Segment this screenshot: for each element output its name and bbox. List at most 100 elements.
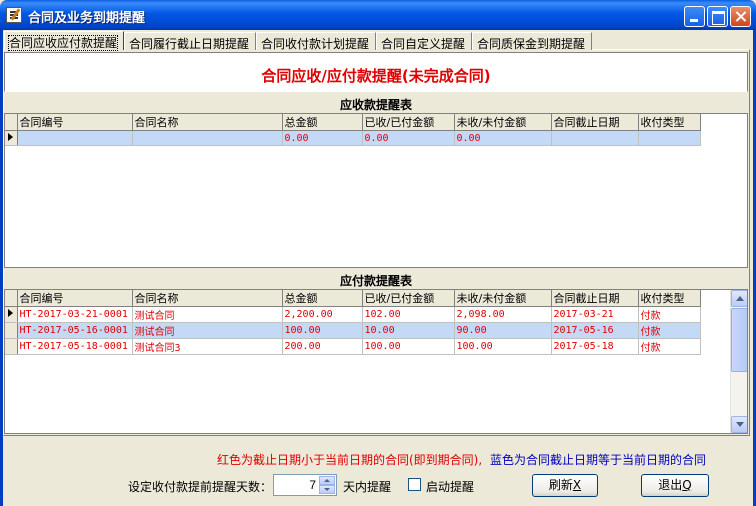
cell-type[interactable]: 付款 [638, 338, 701, 355]
cell-paid[interactable]: 10.00 [362, 322, 455, 339]
cell-code[interactable]: HT-2017-05-18-0001 [17, 338, 133, 355]
table-row[interactable]: HT-2017-05-16-0001 测试合同 100.00 10.00 90.… [5, 322, 701, 339]
enable-reminder-label: 启动提醒 [426, 480, 475, 494]
tab-custom-reminder[interactable]: 合同自定义提醒 [376, 32, 472, 51]
cell-name[interactable]: 测试合同 [132, 322, 283, 339]
current-row-arrow-icon [8, 309, 13, 317]
row-indicator-header [5, 290, 18, 307]
cell-unpaid[interactable]: 0.00 [454, 130, 552, 146]
cell-paid[interactable]: 100.00 [362, 338, 455, 355]
row-indicator [5, 130, 18, 146]
column-header[interactable]: 总金额 [282, 290, 363, 307]
refresh-button-label: 刷新 [548, 478, 573, 492]
cell-code[interactable] [17, 130, 133, 146]
reminder-days-suffix: 天内提醒 [343, 480, 392, 494]
cell-total[interactable]: 100.00 [282, 322, 363, 339]
payable-table: 合同编号 合同名称 总金额 已收/已付金额 未收/未付金额 合同截止日期 收付类… [5, 290, 701, 355]
column-header[interactable]: 收付类型 [638, 114, 701, 131]
current-row-arrow-icon [8, 132, 13, 141]
reminder-days-input[interactable] [276, 477, 316, 493]
cell-name[interactable] [132, 130, 283, 146]
exit-button-label: 退出 [658, 478, 683, 492]
row-indicator [5, 306, 18, 323]
cell-total[interactable]: 2,200.00 [282, 306, 363, 323]
column-header[interactable]: 合同名称 [132, 114, 283, 131]
reminder-days-stepper[interactable] [273, 474, 337, 496]
page-title: 合同应收/应付款提醒(未完成合同) [261, 67, 491, 85]
tab-label: 合同收付款计划提醒 [261, 37, 370, 51]
exit-button[interactable]: 退出Q [641, 474, 709, 497]
cell-type[interactable]: 付款 [638, 306, 701, 323]
cell-code[interactable]: HT-2017-03-21-0001 [17, 306, 133, 323]
tab-performance-deadline[interactable]: 合同履行截止日期提醒 [124, 32, 256, 51]
tab-payment-plan[interactable]: 合同收付款计划提醒 [256, 32, 376, 51]
cell-total[interactable]: 0.00 [282, 130, 363, 146]
row-indicator [5, 338, 18, 355]
table-row[interactable]: HT-2017-03-21-0001 测试合同 2,200.00 102.00 … [5, 306, 701, 323]
cell-unpaid[interactable]: 2,098.00 [454, 306, 552, 323]
cell-paid[interactable]: 0.00 [362, 130, 455, 146]
cell-unpaid[interactable]: 100.00 [454, 338, 552, 355]
column-header[interactable]: 未收/未付金额 [454, 290, 552, 307]
column-header[interactable]: 合同截止日期 [551, 290, 639, 307]
row-indicator [5, 322, 18, 339]
scroll-thumb[interactable] [731, 308, 747, 372]
enable-reminder-checkbox[interactable] [408, 478, 421, 491]
tab-label: 合同自定义提醒 [381, 37, 466, 51]
row-indicator-header [5, 114, 18, 131]
cell-name[interactable]: 测试合同3 [132, 338, 283, 355]
tab-label: 合同质保金到期提醒 [477, 37, 586, 51]
cell-type[interactable]: 付款 [638, 322, 701, 339]
receivable-grid[interactable]: 合同编号 合同名称 总金额 已收/已付金额 未收/未付金额 合同截止日期 收付类… [4, 113, 748, 268]
tab-label: 合同履行截止日期提醒 [129, 37, 250, 51]
cell-total[interactable]: 200.00 [282, 338, 363, 355]
receivable-header-row: 合同编号 合同名称 总金额 已收/已付金额 未收/未付金额 合同截止日期 收付类… [5, 114, 701, 131]
app-icon [6, 7, 22, 23]
column-header[interactable]: 合同编号 [17, 114, 133, 131]
cell-type[interactable] [638, 130, 701, 146]
column-header[interactable]: 总金额 [282, 114, 363, 131]
payable-table-title: 应付款提醒表 [339, 274, 412, 288]
payable-vertical-scrollbar[interactable] [730, 290, 747, 433]
reminder-days-label: 设定收付款提前提醒天数： [128, 480, 273, 494]
cell-code[interactable]: HT-2017-05-16-0001 [17, 322, 133, 339]
title-bar[interactable]: 合同及业务到期提醒 [0, 0, 756, 30]
receivable-table-title: 应收款提醒表 [339, 98, 412, 112]
maximize-button[interactable] [707, 6, 728, 27]
exit-shortcut-key: Q [682, 478, 692, 492]
cell-due[interactable] [551, 130, 639, 146]
stepper-up-icon[interactable] [319, 476, 335, 485]
close-button[interactable] [730, 6, 751, 27]
legend-due-today: 蓝色为合同截止日期等于当前日期的合同 [490, 453, 707, 467]
refresh-button[interactable]: 刷新X [532, 474, 598, 497]
column-header[interactable]: 未收/未付金额 [454, 114, 552, 131]
minimize-button[interactable] [684, 6, 705, 27]
heading-box: 合同应收/应付款提醒(未完成合同) [4, 52, 748, 92]
cell-due[interactable]: 2017-03-21 [551, 306, 639, 323]
tab-label: 合同应收应付款提醒 [7, 35, 119, 51]
column-header[interactable]: 已收/已付金额 [362, 114, 455, 131]
cell-unpaid[interactable]: 90.00 [454, 322, 552, 339]
column-header[interactable]: 已收/已付金额 [362, 290, 455, 307]
legend-overdue: 红色为截止日期小于当前日期的合同(即到期合同), [217, 453, 483, 467]
payable-grid[interactable]: 合同编号 合同名称 总金额 已收/已付金额 未收/未付金额 合同截止日期 收付类… [4, 289, 748, 434]
payable-header-row: 合同编号 合同名称 总金额 已收/已付金额 未收/未付金额 合同截止日期 收付类… [5, 290, 701, 307]
table-row[interactable]: 0.00 0.00 0.00 [5, 130, 701, 146]
stepper-down-icon[interactable] [319, 485, 335, 494]
cell-due[interactable]: 2017-05-18 [551, 338, 639, 355]
column-header[interactable]: 收付类型 [638, 290, 701, 307]
column-header[interactable]: 合同名称 [132, 290, 283, 307]
refresh-shortcut-key: X [572, 478, 582, 492]
table-row[interactable]: HT-2017-05-18-0001 测试合同3 200.00 100.00 1… [5, 338, 701, 355]
receivable-table: 合同编号 合同名称 总金额 已收/已付金额 未收/未付金额 合同截止日期 收付类… [5, 114, 701, 146]
cell-due[interactable]: 2017-05-16 [551, 322, 639, 339]
tab-receivable-payable[interactable]: 合同应收应付款提醒 [4, 31, 124, 51]
tab-warranty-deposit[interactable]: 合同质保金到期提醒 [472, 32, 592, 51]
cell-name[interactable]: 测试合同 [132, 306, 283, 323]
cell-paid[interactable]: 102.00 [362, 306, 455, 323]
scroll-up-button[interactable] [731, 290, 747, 307]
column-header[interactable]: 合同编号 [17, 290, 133, 307]
window-title: 合同及业务到期提醒 [28, 11, 146, 26]
column-header[interactable]: 合同截止日期 [551, 114, 639, 131]
scroll-down-button[interactable] [731, 416, 747, 433]
